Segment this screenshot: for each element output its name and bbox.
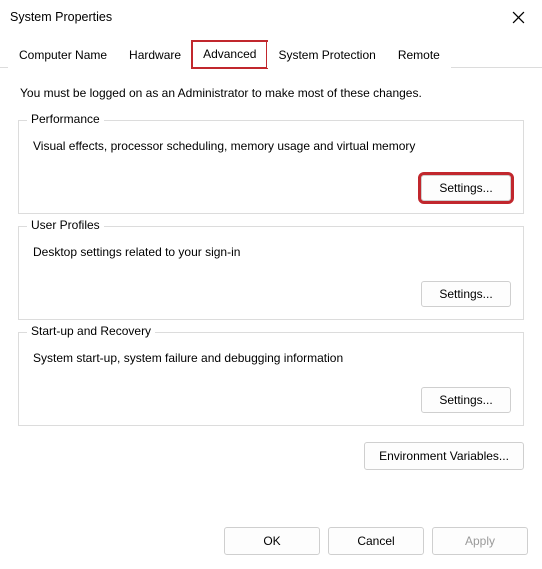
performance-settings-button[interactable]: Settings... <box>421 175 511 201</box>
advanced-panel: You must be logged on as an Administrato… <box>0 68 542 517</box>
tab-system-protection[interactable]: System Protection <box>267 42 386 68</box>
apply-button[interactable]: Apply <box>432 527 528 555</box>
admin-notice: You must be logged on as an Administrato… <box>20 86 524 100</box>
cancel-button[interactable]: Cancel <box>328 527 424 555</box>
close-icon <box>512 11 525 24</box>
startup-recovery-settings-button[interactable]: Settings... <box>421 387 511 413</box>
performance-legend: Performance <box>27 112 104 126</box>
tab-hardware[interactable]: Hardware <box>118 42 192 68</box>
dialog-footer: OK Cancel Apply <box>0 517 542 569</box>
startup-recovery-legend: Start-up and Recovery <box>27 324 155 338</box>
ok-button[interactable]: OK <box>224 527 320 555</box>
performance-desc: Visual effects, processor scheduling, me… <box>33 139 511 153</box>
window-title: System Properties <box>10 10 112 24</box>
user-profiles-settings-button[interactable]: Settings... <box>421 281 511 307</box>
system-properties-window: System Properties Computer Name Hardware… <box>0 0 542 569</box>
user-profiles-group: User Profiles Desktop settings related t… <box>18 226 524 320</box>
tab-advanced[interactable]: Advanced <box>192 41 267 68</box>
user-profiles-desc: Desktop settings related to your sign-in <box>33 245 511 259</box>
performance-group: Performance Visual effects, processor sc… <box>18 120 524 214</box>
tab-remote[interactable]: Remote <box>387 42 451 68</box>
close-button[interactable] <box>506 5 530 29</box>
user-profiles-legend: User Profiles <box>27 218 104 232</box>
tab-strip: Computer Name Hardware Advanced System P… <box>0 34 542 68</box>
environment-variables-button[interactable]: Environment Variables... <box>364 442 524 470</box>
tab-computer-name[interactable]: Computer Name <box>8 42 118 68</box>
startup-recovery-group: Start-up and Recovery System start-up, s… <box>18 332 524 426</box>
startup-recovery-desc: System start-up, system failure and debu… <box>33 351 511 365</box>
titlebar: System Properties <box>0 0 542 34</box>
